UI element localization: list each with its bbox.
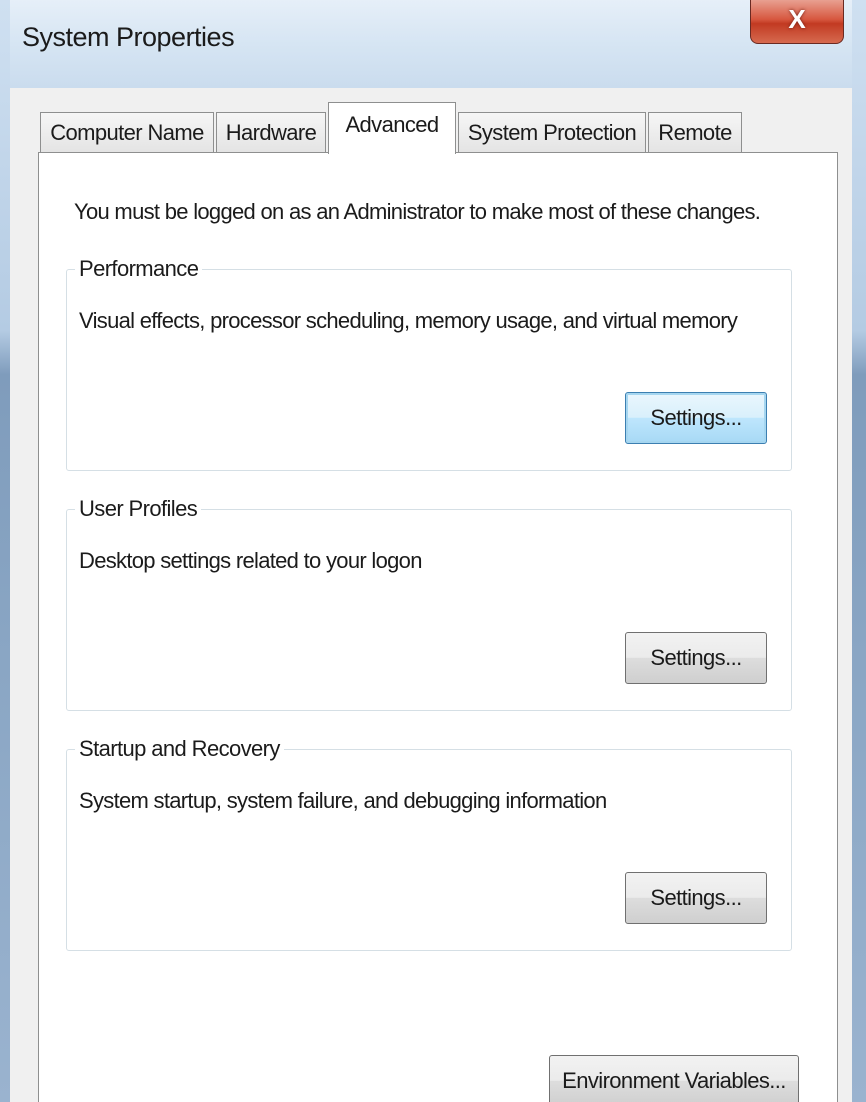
admin-note: You must be logged on as an Administrato… (74, 199, 761, 224)
startup-recovery-group-title: Startup and Recovery (75, 736, 284, 762)
tab-advanced[interactable]: Advanced (328, 102, 456, 154)
advanced-tab-panel: You must be logged on as an Administrato… (38, 152, 838, 1102)
window-frame-right (852, 0, 866, 1102)
title-bar[interactable]: System Properties X (10, 0, 852, 88)
close-icon: X (788, 4, 806, 34)
user-profiles-description: Desktop settings related to your logon (79, 548, 422, 573)
startup-recovery-group: Startup and Recovery System startup, sys… (66, 736, 792, 951)
tab-computer-name[interactable]: Computer Name (40, 112, 214, 152)
performance-description: Visual effects, processor scheduling, me… (79, 308, 738, 333)
startup-recovery-settings-button[interactable]: Settings... (625, 872, 767, 924)
user-profiles-group: User Profiles Desktop settings related t… (66, 496, 792, 711)
window-title: System Properties (22, 22, 235, 52)
window-frame-left (0, 0, 10, 1102)
performance-group-title: Performance (75, 256, 203, 282)
performance-group: Performance Visual effects, processor sc… (66, 256, 792, 471)
startup-recovery-description: System startup, system failure, and debu… (79, 788, 607, 813)
performance-settings-button[interactable]: Settings... (625, 392, 767, 444)
close-button[interactable]: X (750, 0, 844, 44)
tab-remote[interactable]: Remote (648, 112, 742, 152)
environment-variables-button[interactable]: Environment Variables... (549, 1055, 799, 1102)
tab-hardware[interactable]: Hardware (216, 112, 326, 152)
user-profiles-group-title: User Profiles (75, 496, 202, 522)
system-properties-window: System Properties X Computer Name Hardwa… (0, 0, 866, 1102)
tab-system-protection[interactable]: System Protection (458, 112, 646, 152)
user-profiles-settings-button[interactable]: Settings... (625, 632, 767, 684)
dialog-client-area: Computer Name Hardware Advanced System P… (10, 88, 852, 1102)
